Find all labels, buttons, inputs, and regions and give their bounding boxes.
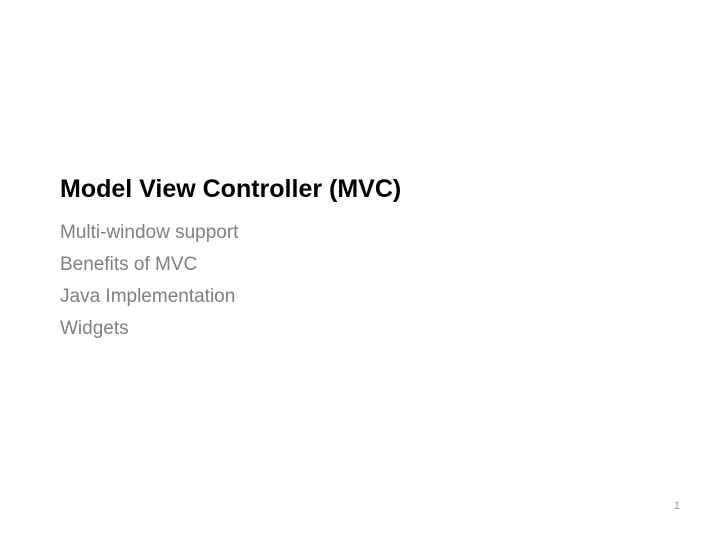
list-item: Benefits of MVC: [60, 254, 660, 276]
list-item: Widgets: [60, 318, 660, 340]
bullet-list: Multi-window support Benefits of MVC Jav…: [60, 222, 660, 340]
slide-title: Model View Controller (MVC): [60, 175, 660, 204]
list-item: Java Implementation: [60, 286, 660, 308]
page-number: 1: [674, 500, 680, 512]
list-item: Multi-window support: [60, 222, 660, 244]
slide-container: Model View Controller (MVC) Multi-window…: [0, 0, 720, 540]
